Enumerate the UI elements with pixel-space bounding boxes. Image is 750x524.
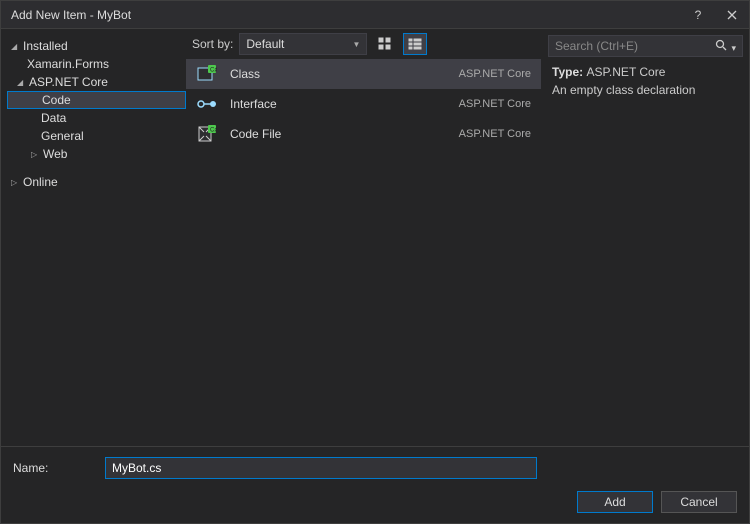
- tree-installed[interactable]: Installed: [7, 37, 186, 55]
- template-description: An empty class declaration: [552, 83, 739, 97]
- type-line: Type: ASP.NET Core: [552, 65, 739, 79]
- dialog-window: Add New Item - MyBot ? Installed Xamarin…: [0, 0, 750, 524]
- chevron-down-icon: [17, 78, 27, 87]
- template-interface[interactable]: Interface ASP.NET Core: [186, 89, 541, 119]
- chevron-down-icon: [11, 42, 21, 51]
- title-bar: Add New Item - MyBot ?: [1, 1, 749, 29]
- template-toolbar: Sort by: Default ▼: [186, 29, 541, 59]
- search-icon: ▾: [715, 39, 736, 54]
- name-label: Name:: [13, 461, 97, 475]
- category-tree: Installed Xamarin.Forms ASP.NET Core Cod…: [1, 29, 186, 446]
- tree-online[interactable]: Online: [7, 173, 186, 191]
- sort-by-select[interactable]: Default ▼: [239, 33, 367, 55]
- search-placeholder: Search (Ctrl+E): [555, 39, 638, 53]
- view-medium-icons-button[interactable]: [373, 33, 397, 55]
- chevron-right-icon: [11, 178, 21, 187]
- help-button[interactable]: ?: [681, 1, 715, 29]
- window-title: Add New Item - MyBot: [11, 8, 681, 22]
- dialog-footer: Name: Add Cancel: [1, 446, 749, 523]
- add-button[interactable]: Add: [577, 491, 653, 513]
- template-class[interactable]: C♯ Class ASP.NET Core: [186, 59, 541, 89]
- class-icon: C♯: [196, 64, 218, 84]
- cancel-button[interactable]: Cancel: [661, 491, 737, 513]
- view-details-button[interactable]: [403, 33, 427, 55]
- sort-by-label: Sort by:: [192, 37, 233, 51]
- search-box[interactable]: Search (Ctrl+E) ▾: [548, 35, 743, 57]
- template-list: C♯ Class ASP.NET Core Interface ASP.NET …: [186, 59, 541, 446]
- svg-text:C♯: C♯: [210, 67, 217, 74]
- interface-icon: [196, 94, 218, 114]
- tree-aspnet-core[interactable]: ASP.NET Core: [7, 73, 186, 91]
- chevron-right-icon: [31, 150, 41, 159]
- chevron-down-icon: ▼: [352, 40, 360, 49]
- tree-xamarin-forms[interactable]: Xamarin.Forms: [7, 55, 186, 73]
- svg-text:C♯: C♯: [210, 127, 217, 134]
- tree-web[interactable]: Web: [7, 145, 186, 163]
- close-button[interactable]: [715, 1, 749, 29]
- tree-general[interactable]: General: [7, 127, 186, 145]
- tree-data[interactable]: Data: [7, 109, 186, 127]
- tree-code[interactable]: Code: [7, 91, 186, 109]
- details-panel: Search (Ctrl+E) ▾ Type: ASP.NET Core An …: [541, 29, 749, 446]
- code-file-icon: C♯: [196, 124, 218, 144]
- name-input[interactable]: [105, 457, 537, 479]
- template-code-file[interactable]: C♯ Code File ASP.NET Core: [186, 119, 541, 149]
